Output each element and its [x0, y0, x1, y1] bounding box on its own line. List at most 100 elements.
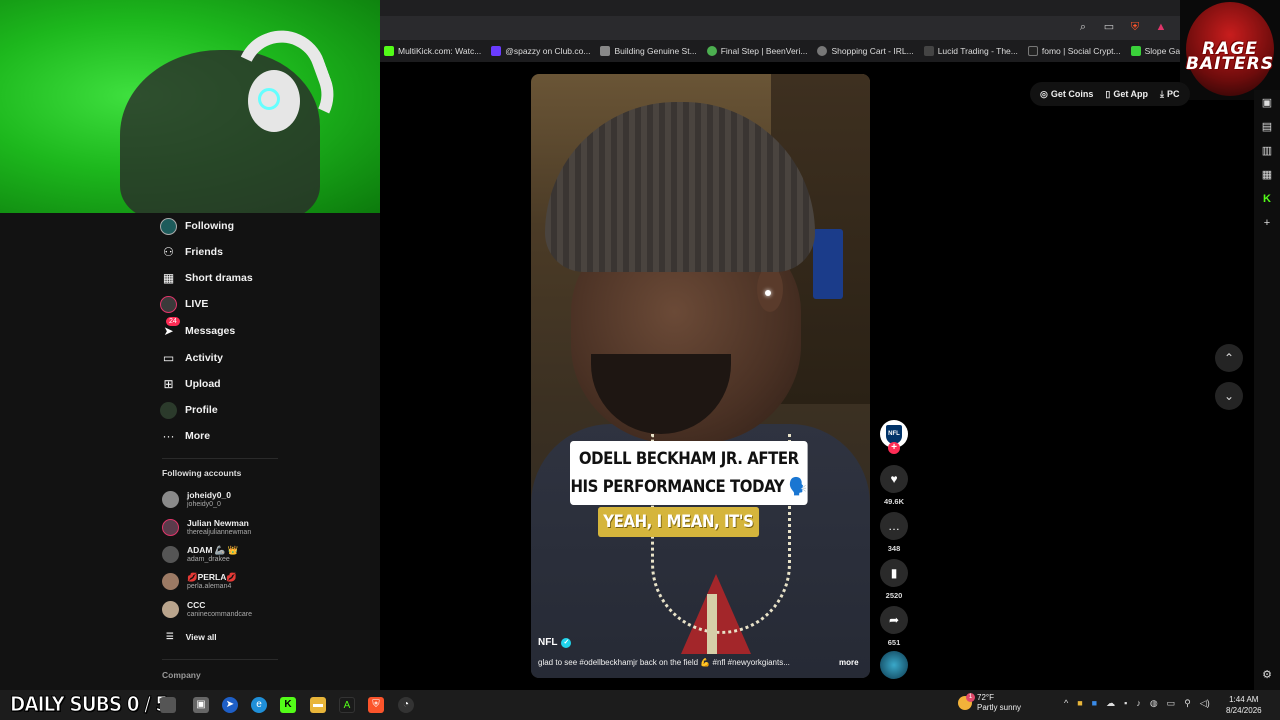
- account-item[interactable]: 💋PERLA💋 perla.aleman4: [162, 572, 237, 591]
- edge-icon[interactable]: e: [251, 697, 267, 713]
- sidebar-item-profile[interactable]: Profile: [160, 400, 218, 420]
- slope-icon: [1130, 46, 1141, 56]
- follow-plus-icon[interactable]: +: [888, 442, 900, 454]
- network-icon[interactable]: ⚲: [1184, 698, 1191, 709]
- add-panel-icon[interactable]: +: [1260, 216, 1274, 230]
- account-item[interactable]: Julian Newman therealjuliannewman: [162, 518, 251, 537]
- like-button[interactable]: ♥: [880, 465, 908, 493]
- upload-icon: ⊞: [163, 377, 174, 391]
- company-link[interactable]: Company: [162, 670, 201, 680]
- tray-app-icon[interactable]: ☁: [1106, 698, 1115, 709]
- activity-icon: ▭: [162, 351, 175, 365]
- bookmark-item[interactable]: MultiKick.com: Watc...: [384, 46, 481, 56]
- clock[interactable]: 1:44 AM 8/24/2026: [1226, 694, 1262, 716]
- wallet-icon[interactable]: ▣: [1260, 96, 1274, 110]
- bookmark-item[interactable]: @spazzy on Club.co...: [491, 46, 590, 56]
- browser-tab-strip: [380, 0, 1180, 16]
- sidebar-item-messages[interactable]: ➤ 24 Messages: [160, 316, 235, 341]
- kick-panel-icon[interactable]: K: [1260, 192, 1274, 206]
- search-thumbnail-icon[interactable]: [160, 697, 176, 713]
- bookmarks-panel-icon[interactable]: ▥: [1260, 144, 1274, 158]
- bookmark-item[interactable]: fomo | Social Crypt...: [1027, 46, 1121, 56]
- tray-app-icon[interactable]: ■: [1092, 698, 1097, 709]
- system-tray: ^ ■ ■ ☁ ▪ ♪ ◍ ▭ ⚲ ◁): [1064, 698, 1210, 709]
- display-icon[interactable]: ▭: [1167, 698, 1176, 709]
- live-icon: [160, 295, 177, 313]
- save-count: 2520: [885, 591, 903, 600]
- tray-app-icon[interactable]: ■: [1077, 698, 1082, 709]
- messages-badge: 24: [166, 316, 180, 326]
- daily-subs-overlay: DAILY SUBS 0 / 5: [10, 692, 169, 717]
- bookmark-item[interactable]: Building Genuine St...: [600, 46, 697, 56]
- following-avatar-icon: [160, 217, 177, 235]
- video-caption-subtitle: YEAH, I MEAN, IT'S: [598, 507, 759, 537]
- following-accounts-title: Following accounts: [162, 468, 242, 478]
- cast-icon[interactable]: ▭: [1102, 20, 1116, 34]
- share-button[interactable]: ➦: [880, 606, 908, 634]
- view-all-button[interactable]: ☰ View all: [166, 631, 217, 642]
- comment-button[interactable]: …: [880, 512, 908, 540]
- app-status-icon[interactable]: ◔: [398, 697, 414, 713]
- globe-icon: [817, 46, 828, 56]
- tray-app-icon[interactable]: ◍: [1150, 698, 1158, 709]
- bookmarks-bar: MultiKick.com: Watc... @spazzy on Club.c…: [380, 40, 1180, 62]
- sidebar-item-short-dramas[interactable]: ▦ Short dramas: [160, 268, 253, 288]
- volume-icon[interactable]: ◁): [1200, 698, 1210, 709]
- account-item[interactable]: joheidy0_0 joheidy0_0: [162, 490, 231, 509]
- kick-app-icon[interactable]: K: [280, 697, 296, 713]
- task-view-icon[interactable]: ▣: [193, 697, 209, 713]
- sidebar-item-upload[interactable]: ⊞ Upload: [160, 374, 220, 394]
- brave-shield-icon[interactable]: ⛨: [1128, 20, 1142, 34]
- tray-app-icon[interactable]: ▪: [1124, 698, 1127, 709]
- file-explorer-icon[interactable]: ▬: [310, 697, 326, 713]
- sidebar: Following ⚇ Friends ▦ Short dramas LIVE …: [148, 213, 380, 690]
- bookmark-item[interactable]: Lucid Trading - The...: [923, 46, 1018, 56]
- bookmark-item[interactable]: Final Step | BeenVeri...: [706, 46, 807, 56]
- list-icon: ☰: [166, 631, 174, 641]
- get-app-button[interactable]: ▯ Get App: [1105, 89, 1148, 100]
- save-button[interactable]: ▮: [880, 559, 908, 587]
- sun-icon: 1: [958, 693, 975, 710]
- music-disc-icon[interactable]: [880, 651, 908, 679]
- video-player[interactable]: ODELL BECKHAM JR. AFTER HIS PERFORMANCE …: [531, 74, 870, 678]
- sidebar-item-activity[interactable]: ▭ Activity: [160, 348, 223, 368]
- coin-icon: ◎: [1040, 88, 1048, 99]
- heart-icon: ♥: [890, 472, 898, 486]
- get-coins-button[interactable]: ◎ Get Coins: [1040, 89, 1093, 100]
- brave-browser-icon[interactable]: ⛨: [368, 697, 384, 713]
- avatar: [162, 573, 179, 590]
- sidebar-item-following[interactable]: Following: [160, 216, 234, 236]
- bookmark-item[interactable]: Slope Game: [1130, 46, 1180, 56]
- app-a-icon[interactable]: A: [339, 697, 355, 713]
- account-item[interactable]: ADAM 🦾 👑 adam_drakee: [162, 545, 238, 564]
- address-bar[interactable]: ⌕ ▭ ⛨ ▲: [380, 16, 1180, 40]
- reading-list-icon[interactable]: ▦: [1260, 168, 1274, 182]
- brave-rewards-icon[interactable]: ▲: [1154, 20, 1168, 34]
- next-video-button[interactable]: ⌄: [1215, 382, 1243, 410]
- sidebar-item-more[interactable]: ··· More: [160, 426, 211, 446]
- browser-side-panel: ▣ ▤ ▥ ▦ K + ⚙: [1254, 90, 1280, 690]
- bookmark-item[interactable]: Shopping Cart - IRL...: [817, 46, 914, 56]
- video-ear: [757, 266, 783, 312]
- zoom-icon[interactable]: ⌕: [1076, 20, 1090, 34]
- beenverified-icon: [706, 46, 717, 56]
- header-actions: ◎ Get Coins ▯ Get App ⤓ PC: [1030, 82, 1190, 106]
- nfl-logo-icon: NFL: [886, 424, 902, 444]
- taskbar: DAILY SUBS 0 / 5 ▣ ➤ e K ▬ A ⛨ ◔ 1 72°F …: [0, 690, 1280, 720]
- weather-widget[interactable]: 1 72°F Partly sunny: [958, 693, 1021, 713]
- sidebar-item-live[interactable]: LIVE: [160, 294, 208, 314]
- pc-button[interactable]: ⤓ PC: [1160, 89, 1180, 100]
- sidebar-item-friends[interactable]: ⚇ Friends: [160, 242, 223, 262]
- share-icon: ➦: [888, 613, 900, 627]
- chevron-up-icon[interactable]: ^: [1064, 698, 1068, 709]
- previous-video-button[interactable]: ⌃: [1215, 344, 1243, 372]
- microphone-icon[interactable]: ♪: [1136, 698, 1141, 709]
- settings-gear-icon[interactable]: ⚙: [1260, 668, 1274, 682]
- like-count: 49.6K: [883, 497, 904, 506]
- more-button[interactable]: more: [839, 658, 859, 667]
- bookmark-icon: ▮: [890, 566, 898, 580]
- app-icon[interactable]: ➤: [222, 697, 238, 713]
- wallet2-icon[interactable]: ▤: [1260, 120, 1274, 134]
- account-item[interactable]: CCC caninecommandcare: [162, 600, 252, 619]
- video-author[interactable]: NFL ✓: [538, 637, 572, 648]
